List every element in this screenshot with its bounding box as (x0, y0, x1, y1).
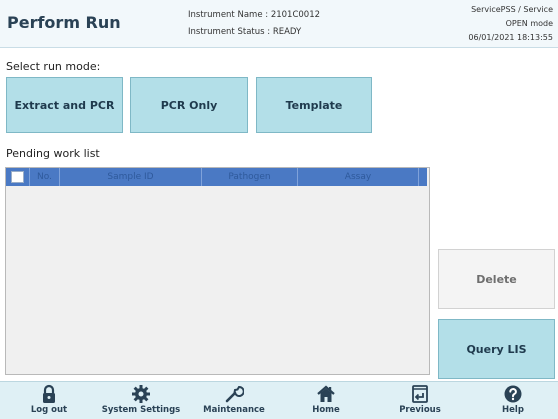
datetime: 06/01/2021 18:13:55 (468, 33, 553, 42)
query-lis-button[interactable]: Query LIS (438, 319, 555, 379)
wrench-icon (225, 386, 244, 403)
help-button[interactable]: Help (468, 384, 558, 419)
home-icon (317, 385, 335, 402)
previous-button[interactable]: Previous (375, 384, 465, 419)
home-label: Home (312, 405, 340, 415)
system-settings-button[interactable]: System Settings (96, 384, 186, 419)
template-button[interactable]: Template (256, 77, 372, 133)
logout-button[interactable]: Log out (4, 384, 94, 419)
column-header-pathogen[interactable]: Pathogen (202, 168, 298, 186)
home-button[interactable]: Home (281, 384, 371, 419)
help-label: Help (502, 405, 524, 415)
pending-worklist-label: Pending work list (6, 147, 100, 160)
instrument-status: Instrument Status : READY (188, 27, 302, 37)
help-icon (504, 385, 522, 403)
user-info: ServicePSS / Service (471, 5, 553, 14)
maintenance-button[interactable]: Maintenance (189, 384, 279, 419)
delete-button[interactable]: Delete (438, 249, 555, 309)
page-title: Perform Run (7, 13, 121, 32)
extract-and-pcr-button[interactable]: Extract and PCR (6, 77, 123, 133)
previous-label: Previous (399, 405, 441, 415)
column-header-assay[interactable]: Assay (298, 168, 419, 186)
select-all-checkbox[interactable] (6, 168, 30, 186)
pending-worklist-table[interactable]: No. Sample ID Pathogen Assay (5, 167, 430, 375)
maintenance-label: Maintenance (203, 405, 265, 415)
lock-icon (43, 384, 55, 403)
instrument-name: Instrument Name : 2101C0012 (188, 10, 321, 20)
column-header-sample-id[interactable]: Sample ID (60, 168, 202, 186)
pcr-only-button[interactable]: PCR Only (130, 77, 248, 133)
column-header-spacer (419, 168, 427, 186)
app-header: Perform Run Instrument Name : 2101C0012 … (0, 0, 558, 48)
previous-icon (412, 385, 428, 403)
footer-nav: Log out System Settings Maintenance Home… (0, 381, 558, 419)
logout-label: Log out (30, 405, 68, 415)
system-settings-label: System Settings (101, 405, 181, 415)
table-header: No. Sample ID Pathogen Assay (6, 168, 427, 186)
column-header-no[interactable]: No. (30, 168, 60, 186)
run-mode-label: Select run mode: (6, 60, 101, 73)
mode-indicator: OPEN mode (505, 19, 553, 28)
gear-icon (132, 385, 150, 403)
